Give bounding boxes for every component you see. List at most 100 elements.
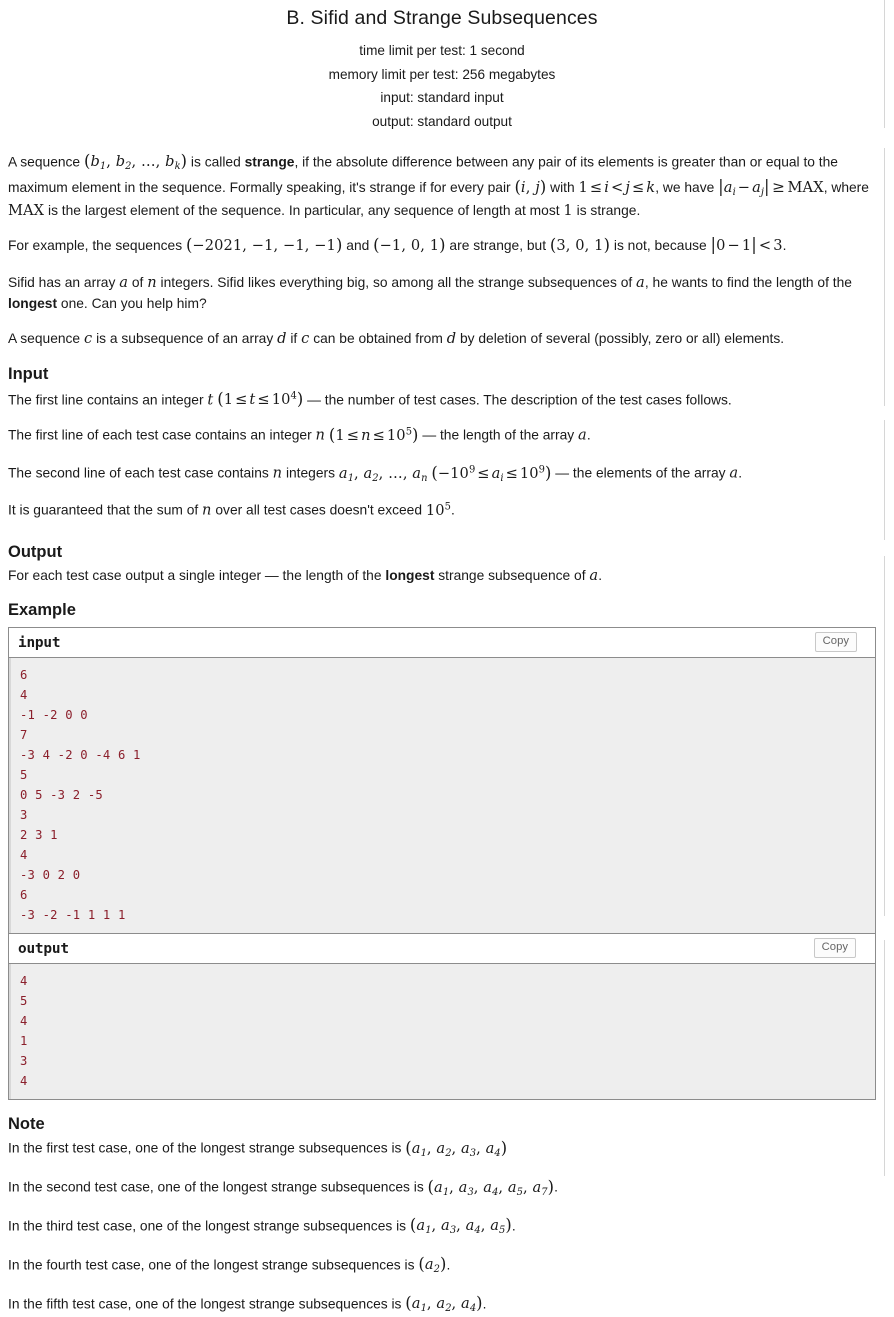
input-line-elements: The second line of each test case contai…: [8, 461, 876, 486]
math-n: n: [202, 501, 212, 519]
time-limit-label: time limit per test: 1 second: [359, 43, 525, 58]
text-run: For example, the sequences: [8, 238, 186, 254]
sample-input-header: input Copy: [9, 627, 875, 658]
text-run: , where: [823, 179, 869, 195]
math-note-seq-4: (a2): [418, 1254, 447, 1275]
text-run: The first line contains an integer: [8, 391, 208, 407]
statement-paragraph-subsequence-def: A sequence c is a subsequence of an arra…: [8, 328, 876, 350]
text-run: .: [782, 238, 787, 254]
sample-output-line: 4: [20, 973, 28, 988]
example-section-title: Example: [8, 601, 76, 620]
copy-output-button[interactable]: Copy: [813, 937, 856, 958]
right-edge-rule-1: [884, 0, 885, 128]
text-run: In the fourth test case, one of the long…: [8, 1257, 419, 1273]
text-run: — the length of the array: [418, 427, 579, 443]
right-edge-rule-4: [884, 556, 885, 916]
problem-statement-page: B. Sifid and Strange Subsequences time l…: [0, 0, 884, 1317]
math-d: d: [277, 329, 287, 347]
math-note-seq-2: (a1, a3, a4, a5, a7): [427, 1177, 555, 1198]
text-run: , he wants to find the length of the: [644, 274, 852, 290]
math-index-range: 1 ≤ i < j ≤ k: [578, 178, 656, 196]
note-line-3: In the third test case, one of the longe…: [8, 1214, 876, 1239]
input-specification-section: Input The first line contains an integer…: [8, 364, 876, 522]
text-run: are strange, but: [445, 238, 550, 254]
math-example-seq-2: (−1, 0, 1): [373, 235, 446, 255]
sample-output-content[interactable]: 4 5 4 1 3 4: [9, 963, 875, 1099]
text-run: .: [482, 1296, 487, 1312]
sample-input-content[interactable]: 6 4 -1 -2 0 0 7 -3 4 -2 0 -4 6 1 5 0 5 -3 2 -5…: [9, 657, 875, 933]
text-run: and: [342, 238, 374, 254]
text-run: It is guaranteed that the sum of: [8, 502, 203, 518]
copy-input-button[interactable]: Copy: [814, 631, 857, 652]
right-edge-rule-2: [884, 148, 885, 406]
sample-output-line: 1: [20, 1033, 28, 1048]
statement-paragraph-examples: For example, the sequences (−2021, −1, −…: [8, 233, 876, 259]
math-a-list: a1, a2, …, an: [338, 464, 428, 484]
term-longest: longest: [8, 296, 58, 312]
text-run: is not, because: [610, 238, 711, 254]
problem-header: B. Sifid and Strange Subsequences time l…: [8, 0, 876, 134]
math-t-range: (1 ≤ t ≤104): [217, 389, 304, 409]
text-run: .: [586, 427, 591, 443]
right-edge-rule-3: [884, 420, 885, 540]
math-one: 1: [563, 202, 573, 220]
text-run: — the number of test cases. The descript…: [303, 391, 732, 407]
text-run: with: [546, 179, 579, 195]
statement-paragraph-task: Sifid has an array a of n integers. Sifi…: [8, 272, 876, 315]
sample-input-block: input Copy 6 4 -1 -2 0 0 7 -3 4 -2 0 -4 6 1 5…: [8, 626, 876, 933]
math-abs-diff-lt-three: |0−1| <3: [710, 235, 783, 255]
math-array-a: a: [636, 273, 645, 291]
output-spec-label: output: standard output: [372, 114, 512, 130]
example-section: Example input Copy 6 4 -1 -2 0 0 7 -3 4 -2 0…: [8, 600, 876, 1100]
sample-input-line: -3 -2 -1 1 1 1: [20, 907, 126, 922]
text-run: is strange.: [572, 203, 641, 219]
text-run: .: [554, 1179, 558, 1195]
sample-input-line: -3 4 -2 0 -4 6 1: [20, 747, 141, 762]
sample-output-label: output: [18, 940, 69, 957]
text-run: In the third test case, one of the longe…: [8, 1218, 410, 1234]
input-spec-label: input: standard input: [380, 90, 504, 106]
text-run: by deletion of several (possibly, zero o…: [456, 330, 785, 346]
input-line-n: The first line of each test case contain…: [8, 423, 876, 448]
math-t: t: [207, 390, 214, 408]
math-n-range: (1 ≤ n ≤105): [328, 425, 419, 445]
text-run: integers: [282, 465, 339, 481]
sample-output-line: 4: [20, 1013, 28, 1028]
sample-output-line: 3: [20, 1053, 28, 1068]
text-run: over all test cases doesn't exceed: [211, 502, 426, 518]
math-b-sequence: (b1, b2, …, bk): [83, 151, 188, 172]
sample-input-line: -1 -2 0 0: [20, 707, 88, 722]
text-run: For each test case output a single integ…: [8, 568, 386, 584]
input-section-title: Input: [8, 365, 49, 384]
math-n: n: [315, 426, 326, 444]
text-run: if: [286, 330, 302, 346]
note-line-5: In the fifth test case, one of the longe…: [8, 1292, 876, 1317]
math-note-seq-5: (a1, a2, a4): [405, 1293, 483, 1314]
text-run: can be obtained from: [309, 330, 447, 346]
math-array-a: a: [578, 426, 587, 444]
text-run: In the fifth test case, one of the longe…: [8, 1296, 406, 1312]
sample-input-line: 5: [20, 767, 28, 782]
text-run: is a subsequence of an array: [92, 330, 278, 346]
math-note-seq-3: (a1, a3, a4, a5): [409, 1216, 512, 1237]
sample-output-block: output Copy 4 5 4 1 3 4: [8, 932, 876, 1100]
sample-output-header: output Copy: [9, 933, 875, 964]
text-run: is called: [187, 154, 245, 170]
note-section: Note In the first test case, one of the …: [8, 1114, 876, 1317]
note-line-1: In the first test case, one of the longe…: [8, 1136, 876, 1161]
text-run: one. Can you help him?: [57, 296, 207, 312]
math-n: n: [147, 273, 157, 291]
problem-legend: A sequence (b1, b2, …, bk) is called str…: [8, 134, 876, 350]
note-section-title: Note: [8, 1114, 45, 1133]
sample-input-label: input: [18, 634, 61, 651]
text-run: .: [511, 1218, 516, 1234]
math-max: MAX: [8, 202, 45, 220]
sample-input-line: 3: [20, 807, 28, 822]
sample-input-line: -3 0 2 0: [20, 867, 81, 882]
text-run: strange subsequence of: [434, 568, 590, 584]
note-line-2: In the second test case, one of the long…: [8, 1175, 876, 1200]
text-run: .: [598, 568, 603, 584]
output-specification-section: Output For each test case output a singl…: [8, 542, 876, 588]
text-run: — the elements of the array: [551, 465, 730, 481]
math-array-a: a: [119, 273, 129, 291]
